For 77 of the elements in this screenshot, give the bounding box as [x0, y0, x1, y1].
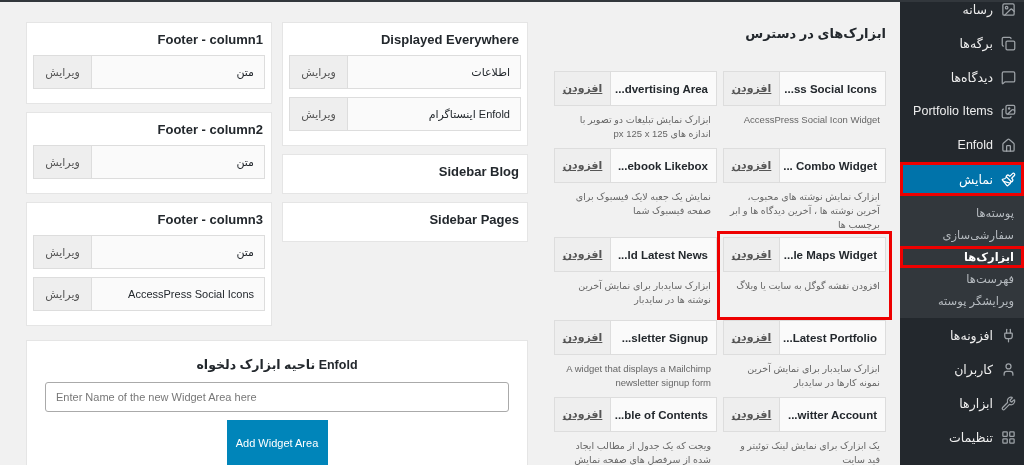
area-title: Sidebar Pages: [429, 211, 519, 227]
widget-name: متن: [236, 155, 254, 169]
paintbrush-icon: [1001, 171, 1016, 187]
area-title: Sidebar Blog: [438, 163, 519, 179]
area-title: Footer - column2: [157, 121, 263, 137]
add-area-button[interactable]: Add Widget Area: [226, 420, 328, 465]
wrench-icon: [1001, 395, 1016, 411]
widget-name: ...sletter Signup: [621, 331, 708, 344]
widget-description: A widget that displays a Mailchimp newsletter signup form: [565, 362, 712, 391]
widget-description: AccessPress Social Icon Widget: [742, 113, 881, 127]
plug-icon: [1001, 327, 1016, 343]
media-icon: [1001, 2, 1016, 17]
add-link[interactable]: افزودن: [724, 149, 780, 182]
area-title: Displayed Everywhere: [380, 31, 519, 47]
submenu-item[interactable]: فهرست‌ها: [900, 268, 1024, 290]
sidebar-item[interactable]: افزونه‌ها: [900, 318, 1024, 352]
widget-name: ...ble of Contents: [614, 408, 708, 421]
edit-button[interactable]: ویرایش: [290, 98, 348, 130]
edit-button[interactable]: ویرایش: [34, 146, 92, 178]
area-name-field[interactable]: Enter Name of the new Widget Area here: [45, 382, 509, 412]
add-link[interactable]: افزودن: [555, 72, 611, 105]
sidebar-item[interactable]: دیدگاه‌ها: [900, 60, 1024, 94]
widget-name: ...ebook Likebox: [617, 159, 708, 172]
submenu-item[interactable]: ویرایشگر پوسته: [900, 290, 1024, 312]
edit-button[interactable]: ویرایش: [290, 56, 348, 88]
widget-name: Enfold اینستاگرام: [428, 107, 510, 121]
widget-description: ابزارک نمایش تبلیغات دو تصویر با اندازه های 125 px 125 x: [578, 113, 712, 141]
home-icon: [1001, 137, 1016, 153]
custom-area-title: Enfold ناحیه ابزارک دلخواه: [196, 357, 358, 372]
sidebar-item[interactable]: Portfolio Items: [900, 94, 1024, 128]
widget-name: ...ss Social Icons: [784, 82, 877, 95]
widget-description: ابزارک سایدبار برای نمایش آخرین نمونه کارها در سایدبار: [746, 362, 881, 391]
widget-name: AccessPress Social Icons: [128, 288, 254, 300]
edit-button[interactable]: ویرایش: [34, 236, 92, 268]
comment-icon: [1001, 69, 1016, 85]
sidebar-item[interactable]: Enfold: [900, 128, 1024, 162]
add-link[interactable]: افزودن: [724, 321, 780, 355]
widget-name: ...witter Account: [787, 408, 877, 421]
submenu-item[interactable]: پوسته‌ها: [900, 202, 1024, 224]
sidebar-item[interactable]: نمایش: [900, 162, 1024, 196]
area-title: Footer - column3: [157, 211, 263, 227]
user-icon: [1001, 361, 1016, 377]
sidebar-item[interactable]: تنظیمات: [900, 420, 1024, 454]
widget-description: ویجت که یک جدول از مطالب ایجاد شده از سرفصل های صفحه نمایش: [573, 439, 712, 465]
sidebar-item[interactable]: ابزارها: [900, 386, 1024, 420]
section-title: ابزارک‌های در دسترس: [744, 26, 886, 41]
pages-icon: [1001, 35, 1016, 51]
widget-name: ...le Maps Widget: [783, 248, 877, 261]
widget-name: ...ld Latest News: [617, 248, 708, 261]
add-link[interactable]: افزودن: [555, 398, 611, 432]
widget-description: نمایش یک جعبه لایک فیسبوک برای صفحه فیسبوک شما: [574, 190, 712, 218]
add-link[interactable]: افزودن: [724, 238, 780, 272]
submenu-item[interactable]: ابزارک‌ها: [900, 246, 1024, 268]
add-link[interactable]: افزودن: [555, 321, 611, 355]
sidebar-item[interactable]: رسانه: [900, 2, 1024, 26]
widget-name: متن: [236, 65, 254, 79]
widget-name: اطلاعات: [471, 65, 510, 79]
edit-button[interactable]: ویرایش: [34, 56, 92, 88]
widget-name: ...Latest Portfolio: [783, 331, 877, 344]
area-title: Footer - column1: [157, 31, 263, 47]
widget-description: ابزارک سایدبار برای نمایش آخرین نوشته ها در سایدبار: [577, 279, 712, 308]
widget-name: ... Combo Widget: [783, 159, 877, 172]
add-link[interactable]: افزودن: [555, 238, 611, 272]
submenu-item[interactable]: سفارشی‌سازی: [900, 224, 1024, 246]
sidebar-item[interactable]: کاربران: [900, 352, 1024, 386]
add-link[interactable]: افزودن: [555, 149, 611, 182]
widget-name: ...dvertising Area: [615, 82, 708, 95]
grid-icon: [1001, 429, 1016, 445]
images-icon: [1001, 103, 1016, 119]
widget-name: متن: [236, 245, 254, 259]
add-link[interactable]: افزودن: [724, 398, 780, 432]
widget-description: ابزارک نمایش نوشته های محبوب، آخرین نوشته ها ، آخرین دیدگاه ها و ابر برچسب ها: [728, 190, 881, 232]
add-link[interactable]: افزودن: [724, 72, 780, 105]
widget-description: یک ابزارک برای نمایش لینک توئیتر و فید سایت: [739, 439, 881, 465]
widget-description: افزودن نقشه گوگل به سایت یا وبلاگ: [735, 279, 881, 294]
edit-button[interactable]: ویرایش: [34, 278, 92, 310]
sidebar-item[interactable]: برگه‌ها: [900, 26, 1024, 60]
